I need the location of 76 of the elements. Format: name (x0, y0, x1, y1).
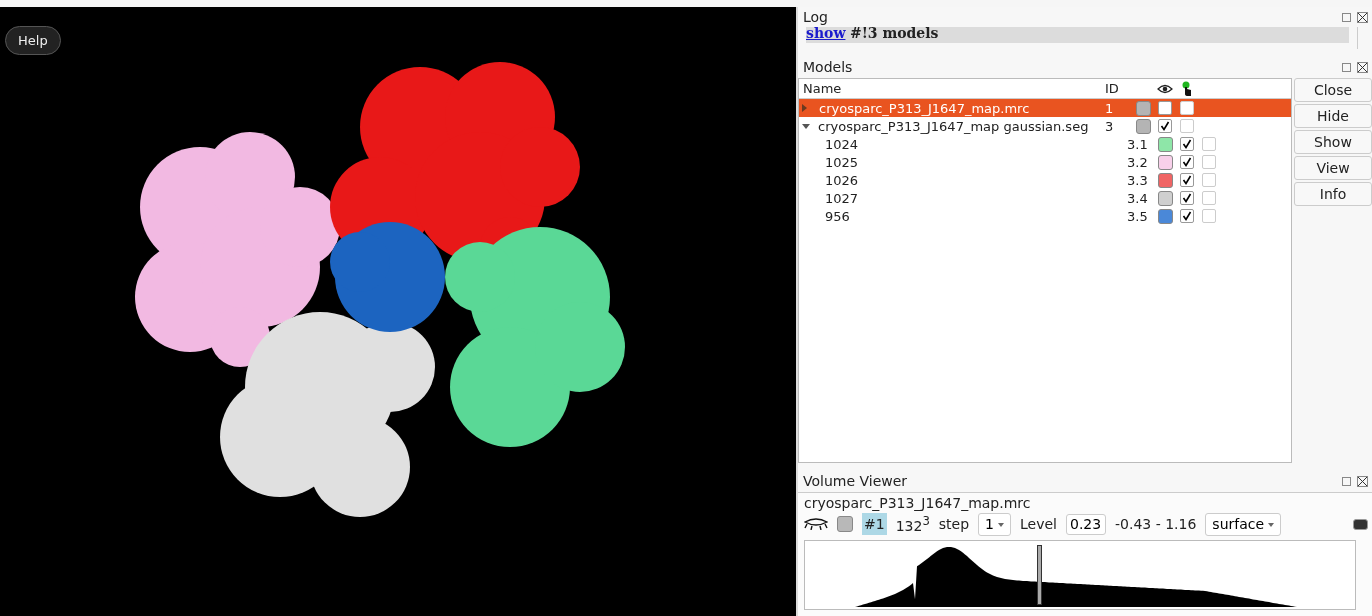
color-swatch[interactable] (1157, 190, 1173, 206)
color-swatch[interactable] (1135, 118, 1151, 134)
model-id: 3.4 (1127, 190, 1149, 206)
step-dropdown[interactable]: 1 (978, 512, 1011, 536)
model-row[interactable]: 1026 3.3 (799, 171, 1291, 189)
color-swatch[interactable] (1135, 100, 1151, 116)
close-icon[interactable] (1357, 61, 1368, 73)
model-name: 1024 (825, 136, 859, 152)
model-action-button[interactable]: Close (1294, 78, 1372, 102)
shown-checkbox[interactable] (1180, 137, 1194, 151)
volume-viewer-title: Volume Viewer (803, 473, 908, 489)
shown-checkbox[interactable] (1180, 173, 1194, 187)
model-row[interactable]: cryosparc_P313_J1647_map.mrc 1 (799, 99, 1291, 117)
color-swatch[interactable] (1157, 136, 1173, 152)
undock-icon[interactable] (1342, 476, 1351, 486)
model-id: 3 (1105, 118, 1115, 134)
column-header[interactable]: ID (1105, 81, 1132, 96)
color-swatch[interactable] (1157, 154, 1173, 170)
model-row[interactable]: 1025 3.2 (799, 153, 1291, 171)
level-label: Level (1020, 516, 1057, 532)
select-checkbox[interactable] (1180, 119, 1194, 133)
select-checkbox[interactable] (1202, 173, 1216, 187)
select-checkbox[interactable] (1202, 155, 1216, 169)
close-icon[interactable] (1357, 11, 1368, 23)
select-checkbox[interactable] (1180, 101, 1194, 115)
model-row[interactable]: 1027 3.4 (799, 189, 1291, 207)
select-checkbox[interactable] (1202, 209, 1216, 223)
model-name: cryosparc_P313_J1647_map gaussian.seg (818, 118, 1089, 134)
model-id: 3.3 (1127, 172, 1149, 188)
close-icon[interactable] (1357, 475, 1368, 487)
shown-checkbox[interactable] (1158, 119, 1172, 133)
model-action-button[interactable]: Show (1294, 130, 1372, 154)
log-title: Log (803, 9, 828, 25)
shown-checkbox[interactable] (1158, 101, 1172, 115)
models-title: Models (803, 59, 853, 75)
model-name: 1027 (825, 190, 859, 206)
model-id: 3.2 (1127, 154, 1149, 170)
collapse-icon[interactable] (1353, 518, 1368, 530)
select-checkbox[interactable] (1202, 137, 1216, 151)
value-range: -0.43 - 1.16 (1115, 516, 1197, 532)
model-name: 1025 (825, 154, 859, 170)
column-header[interactable]: Name (799, 81, 1105, 96)
undock-icon[interactable] (1342, 12, 1351, 22)
grid-size: 132$^{3}$ (895, 514, 930, 534)
model-action-button[interactable]: Hide (1294, 104, 1372, 128)
color-swatch[interactable] (1157, 172, 1173, 188)
shown-checkbox[interactable] (1180, 191, 1194, 205)
color-swatch[interactable] (1157, 208, 1173, 224)
model-row[interactable]: 1024 3.1 (799, 135, 1291, 153)
model-row[interactable]: 956 3.5 (799, 207, 1291, 225)
command-link[interactable]: show (806, 27, 846, 41)
map-name: cryosparc_P313_J1647_map.mrc (804, 495, 1032, 511)
model-row[interactable]: cryosparc_P313_J1647_map gaussian.seg 3 (799, 117, 1291, 135)
level-field[interactable]: 0.23 (1066, 513, 1106, 535)
model-id: 3.5 (1127, 208, 1149, 224)
select-checkbox[interactable] (1202, 191, 1216, 205)
model-name: 956 (825, 208, 850, 224)
undock-icon[interactable] (1342, 62, 1351, 72)
threshold-marker[interactable] (1037, 545, 1042, 605)
model-name: 1026 (825, 172, 859, 188)
model-action-button[interactable]: View (1294, 156, 1372, 180)
model-id: #1 (862, 513, 887, 535)
model-id: 3.1 (1127, 136, 1149, 152)
shown-checkbox[interactable] (1180, 209, 1194, 223)
log-entry: show #!3 models (806, 27, 1349, 43)
style-dropdown[interactable]: surface (1205, 512, 1282, 536)
model-name: cryosparc_P313_J1647_map.mrc (819, 100, 1030, 116)
shown-checkbox[interactable] (1180, 155, 1194, 169)
model-action-button[interactable]: Info (1294, 182, 1372, 206)
color-swatch[interactable] (837, 516, 853, 532)
model-id: 1 (1105, 100, 1115, 116)
step-label: step (938, 516, 970, 532)
eye-closed-icon[interactable] (804, 518, 828, 530)
eye-icon (1157, 82, 1173, 95)
pointer-hand-icon (1181, 80, 1193, 97)
help-button[interactable]: Help (5, 26, 61, 55)
